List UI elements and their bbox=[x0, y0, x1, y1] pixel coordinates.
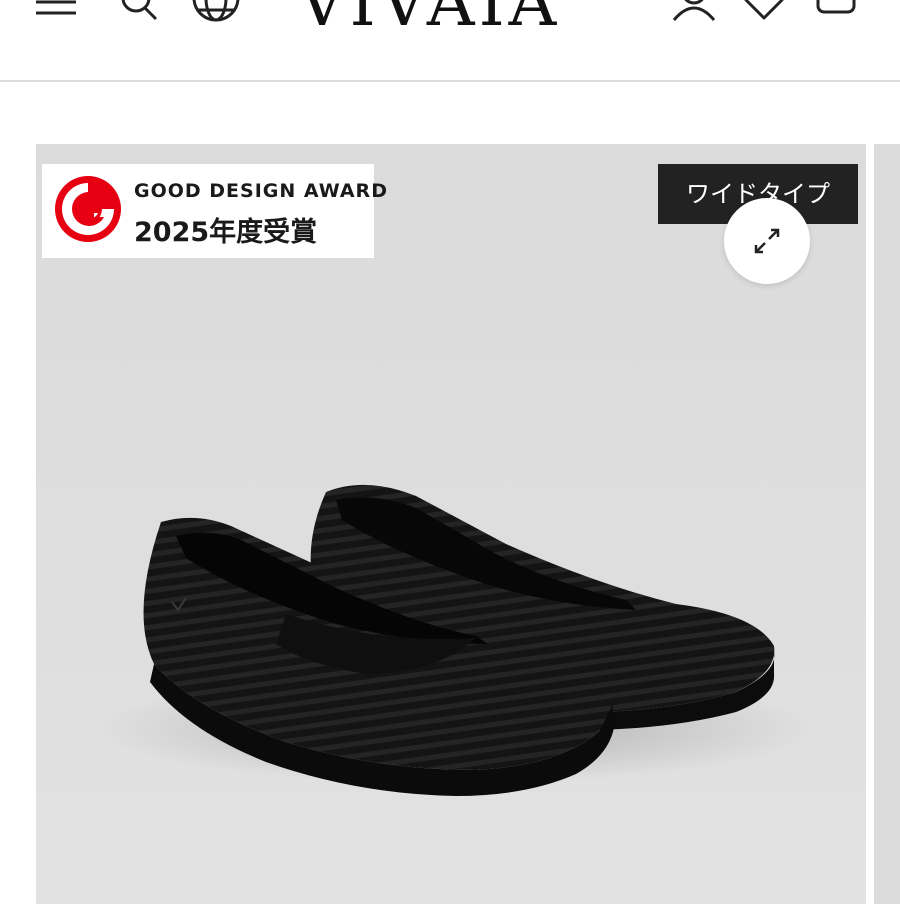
heart-icon[interactable] bbox=[738, 0, 790, 26]
user-icon[interactable] bbox=[668, 0, 720, 26]
good-design-award-badge: GOOD DESIGN AWARD 2025年度受賞 bbox=[42, 164, 387, 258]
globe-icon[interactable] bbox=[188, 0, 240, 26]
menu-icon[interactable] bbox=[30, 0, 82, 26]
good-design-g-mark-icon bbox=[55, 176, 121, 242]
brand-logo[interactable]: VIVAIA bbox=[298, 0, 560, 36]
award-year: 2025年度受賞 bbox=[134, 217, 318, 248]
expand-image-button[interactable] bbox=[724, 198, 810, 284]
search-icon[interactable] bbox=[112, 0, 164, 26]
product-image-gallery[interactable]: GOOD DESIGN AWARD 2025年度受賞 ワイドタイプ bbox=[36, 144, 866, 904]
expand-icon bbox=[754, 228, 780, 254]
award-title: GOOD DESIGN AWARD bbox=[134, 180, 388, 202]
bag-icon[interactable] bbox=[810, 0, 862, 26]
site-header: VIVAIA bbox=[0, 0, 900, 82]
next-image-peek[interactable] bbox=[874, 144, 900, 904]
